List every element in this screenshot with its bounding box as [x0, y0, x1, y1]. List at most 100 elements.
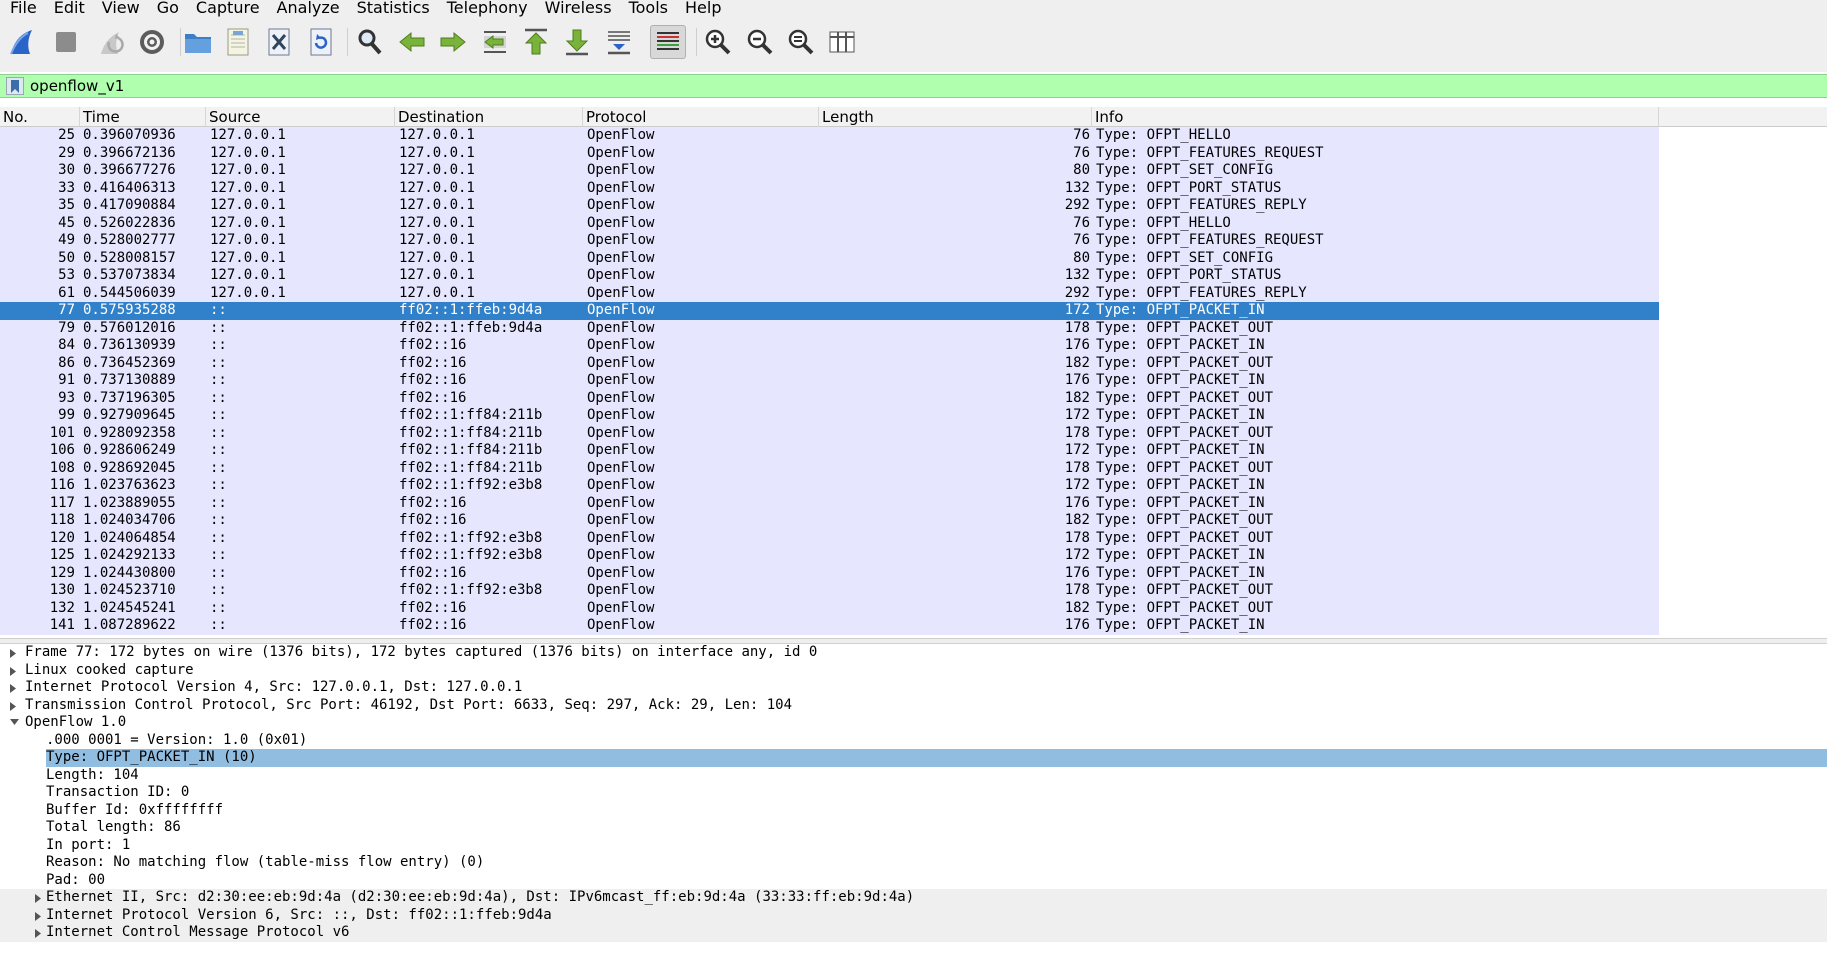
detail-tree-item[interactable]: Length: 104	[0, 767, 1827, 785]
menu-help[interactable]: Help	[675, 0, 728, 18]
packet-row[interactable]: 108 0.928692045:: ff02::1:ff84:211b OpenFlo…	[0, 459, 1659, 477]
collapsed-arrow-icon[interactable]	[8, 697, 20, 715]
detail-tree-item[interactable]: Total length: 86	[0, 819, 1827, 837]
restart-icon[interactable]	[93, 25, 129, 59]
detail-tree-item[interactable]: Internet Protocol Version 4, Src: 127.0.…	[0, 679, 1827, 697]
packet-src-cell: ::	[210, 582, 227, 598]
column-header-protocol[interactable]: Protocol	[583, 107, 819, 127]
packet-row[interactable]: 101 0.928092358:: ff02::1:ff84:211b OpenFlo…	[0, 424, 1659, 442]
zoom-normal-icon[interactable]	[783, 25, 819, 59]
detail-tree-item[interactable]: .000 0001 = Version: 1.0 (0x01)	[0, 732, 1827, 750]
packet-row[interactable]: 130 1.024523710:: ff02::1:ff92:e3b8 OpenFlo…	[0, 582, 1659, 600]
capture-options-icon[interactable]	[134, 25, 170, 59]
packet-row[interactable]: 117 1.023889055:: ff02::16 OpenFlow 176 Type:…	[0, 494, 1659, 512]
packet-row[interactable]: 129 1.024430800:: ff02::16 OpenFlow 176 Type:…	[0, 564, 1659, 582]
reload-icon[interactable]	[303, 25, 339, 59]
packet-row[interactable]: 141 1.087289622:: ff02::16 OpenFlow 176 Type:…	[0, 617, 1659, 635]
menu-edit[interactable]: Edit	[44, 0, 92, 18]
menu-view[interactable]: View	[92, 0, 147, 18]
column-header-source[interactable]: Source	[206, 107, 395, 127]
menu-analyze[interactable]: Analyze	[267, 0, 347, 18]
detail-tree-item[interactable]: Ethernet II, Src: d2:30:ee:eb:9d:4a (d2:…	[0, 889, 1827, 907]
go-back-icon[interactable]	[394, 25, 430, 59]
detail-tree-item[interactable]: Pad: 00	[0, 872, 1827, 890]
packet-row[interactable]: 116 1.023763623:: ff02::1:ff92:e3b8 OpenFlo…	[0, 477, 1659, 495]
display-filter-input[interactable]	[30, 75, 1820, 97]
stop-icon[interactable]	[48, 25, 84, 59]
detail-tree-item[interactable]: Internet Protocol Version 6, Src: ::, Ds…	[0, 906, 1827, 925]
column-header-length[interactable]: Length	[819, 107, 1092, 127]
detail-tree-item[interactable]: Transmission Control Protocol, Src Port:…	[0, 697, 1827, 715]
bookmark-icon[interactable]	[6, 77, 24, 95]
packet-row[interactable]: 120 1.024064854:: ff02::1:ff92:e3b8 OpenFlo…	[0, 529, 1659, 547]
collapsed-arrow-icon[interactable]	[8, 679, 20, 697]
packet-row[interactable]: 30 0.396677276 127.0.0.1 127.0.0.1 OpenFlow 8…	[0, 162, 1659, 180]
collapsed-arrow-icon[interactable]	[8, 662, 20, 680]
menu-go[interactable]: Go	[147, 0, 186, 18]
detail-tree-item[interactable]: OpenFlow 1.0	[0, 714, 1827, 732]
colorize-icon[interactable]	[650, 25, 686, 59]
detail-tree-item[interactable]: Type: OFPT_PACKET_IN (10)	[0, 749, 1827, 767]
column-header-time[interactable]: Time	[80, 107, 206, 127]
packet-row[interactable]: 79 0.576012016:: ff02::1:ffeb:9d4a OpenFlow…	[0, 319, 1659, 337]
detail-tree-item[interactable]: Frame 77: 172 bytes on wire (1376 bits),…	[0, 644, 1827, 662]
packet-row[interactable]: 93 0.737196305:: ff02::16 OpenFlow 182 Type: …	[0, 389, 1659, 407]
menu-capture[interactable]: Capture	[186, 0, 267, 18]
packet-row[interactable]: 77 0.575935288:: ff02::1:ffeb:9d4a OpenFlow…	[0, 302, 1659, 320]
packet-row[interactable]: 50 0.528008157 127.0.0.1 127.0.0.1 OpenFlow 8…	[0, 249, 1659, 267]
detail-tree-item[interactable]: Linux cooked capture	[0, 662, 1827, 680]
menu-file[interactable]: File	[0, 0, 44, 18]
resize-columns-icon[interactable]	[824, 25, 860, 59]
packet-row[interactable]: 118 1.024034706:: ff02::16 OpenFlow 182 Type:…	[0, 512, 1659, 530]
packet-row[interactable]: 86 0.736452369:: ff02::16 OpenFlow 182 Type: …	[0, 354, 1659, 372]
zoom-in-icon[interactable]	[700, 25, 736, 59]
packet-row[interactable]: 84 0.736130939:: ff02::16 OpenFlow 176 Type: …	[0, 337, 1659, 355]
detail-tree-item[interactable]: Transaction ID: 0	[0, 784, 1827, 802]
packet-row[interactable]: 35 0.417090884 127.0.0.1 127.0.0.1 OpenFlow 2…	[0, 197, 1659, 215]
menu-statistics[interactable]: Statistics	[347, 0, 437, 18]
packet-dst-cell: ff02::16	[399, 564, 467, 581]
menu-wireless[interactable]: Wireless	[535, 0, 619, 18]
go-forward-icon[interactable]	[435, 25, 471, 59]
packet-no-cell: 125	[49, 547, 75, 563]
close-file-icon[interactable]	[261, 25, 297, 59]
go-to-packet-icon[interactable]	[477, 25, 513, 59]
packet-src-cell: ::	[210, 372, 227, 388]
expanded-arrow-icon[interactable]	[8, 714, 20, 732]
go-last-icon[interactable]	[559, 25, 595, 59]
column-header-info[interactable]: Info	[1092, 107, 1659, 127]
menu-tools[interactable]: Tools	[619, 0, 675, 18]
autoscroll-icon[interactable]	[601, 25, 637, 59]
packet-len-cell: 176	[1064, 564, 1090, 581]
column-header-no[interactable]: No.	[0, 107, 80, 127]
find-packet-icon[interactable]	[352, 25, 388, 59]
packet-row[interactable]: 25 0.396070936 127.0.0.1 127.0.0.1 OpenFlow 7…	[0, 127, 1659, 145]
packet-row[interactable]: 29 0.396672136 127.0.0.1 127.0.0.1 OpenFlow 7…	[0, 144, 1659, 162]
detail-tree-item[interactable]: Internet Control Message Protocol v6	[0, 924, 1827, 942]
column-header-destination[interactable]: Destination	[395, 107, 583, 127]
packet-row[interactable]: 132 1.024545241:: ff02::16 OpenFlow 182 Type:…	[0, 599, 1659, 617]
packet-row[interactable]: 99 0.927909645:: ff02::1:ff84:211b OpenFlow…	[0, 407, 1659, 425]
zoom-out-icon[interactable]	[742, 25, 778, 59]
packet-row[interactable]: 91 0.737130889:: ff02::16 OpenFlow 176 Type: …	[0, 372, 1659, 390]
open-folder-icon[interactable]	[180, 25, 216, 59]
detail-tree-item[interactable]: In port: 1	[0, 837, 1827, 855]
collapsed-arrow-icon[interactable]	[8, 644, 20, 662]
packet-row[interactable]: 125 1.024292133:: ff02::1:ff92:e3b8 OpenFlo…	[0, 547, 1659, 565]
save-file-icon[interactable]	[220, 25, 256, 59]
menu-telephony[interactable]: Telephony	[437, 0, 535, 18]
shark-fin-start-icon[interactable]	[4, 25, 40, 59]
packet-row[interactable]: 61 0.544506039 127.0.0.1 127.0.0.1 OpenFlow 2…	[0, 284, 1659, 302]
collapsed-arrow-icon[interactable]	[33, 889, 45, 907]
packet-row[interactable]: 106 0.928606249:: ff02::1:ff84:211b OpenFlo…	[0, 442, 1659, 460]
packet-row[interactable]: 33 0.416406313 127.0.0.1 127.0.0.1 OpenFlow 1…	[0, 179, 1659, 197]
packet-row[interactable]: 49 0.528002777 127.0.0.1 127.0.0.1 OpenFlow 7…	[0, 232, 1659, 250]
packet-row[interactable]: 45 0.526022836 127.0.0.1 127.0.0.1 OpenFlow 7…	[0, 214, 1659, 232]
packet-row[interactable]: 53 0.537073834 127.0.0.1 127.0.0.1 OpenFlow 1…	[0, 267, 1659, 285]
detail-tree-item[interactable]: Reason: No matching flow (table-miss flo…	[0, 854, 1827, 872]
collapsed-arrow-icon[interactable]	[33, 924, 45, 942]
collapsed-arrow-icon[interactable]	[33, 907, 45, 925]
go-first-icon[interactable]	[518, 25, 554, 59]
detail-tree-item[interactable]: Buffer Id: 0xffffffff	[0, 802, 1827, 820]
packet-len-cell: 172	[1064, 407, 1090, 423]
